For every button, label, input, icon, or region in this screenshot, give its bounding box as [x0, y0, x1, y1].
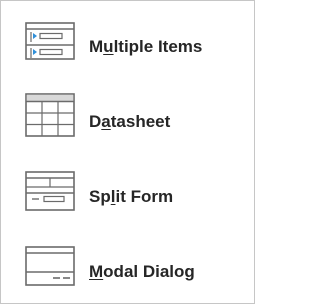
menu-item-modal-dialog[interactable]: Modal Dialog: [2, 232, 253, 306]
menu-item-label: Multiple Items: [89, 37, 203, 56]
access-key: u: [103, 37, 114, 56]
access-key: a: [101, 112, 111, 131]
split-form-icon: [25, 171, 75, 211]
menu-item-label: Datasheet: [89, 112, 171, 131]
menu-item-datasheet[interactable]: Datasheet: [2, 82, 253, 156]
datasheet-grid-icon: [25, 93, 75, 137]
form-type-menu: Multiple Items Datasheet Split Form Moda…: [0, 0, 255, 304]
menu-item-label: Modal Dialog: [89, 262, 195, 281]
modal-dialog-icon: [25, 246, 75, 286]
menu-item-multiple-items[interactable]: Multiple Items: [2, 7, 253, 81]
multiple-items-form-icon: [25, 21, 75, 61]
access-key: M: [89, 262, 104, 281]
menu-item-label: Split Form: [89, 187, 174, 206]
menu-item-split-form[interactable]: Split Form: [2, 157, 253, 231]
